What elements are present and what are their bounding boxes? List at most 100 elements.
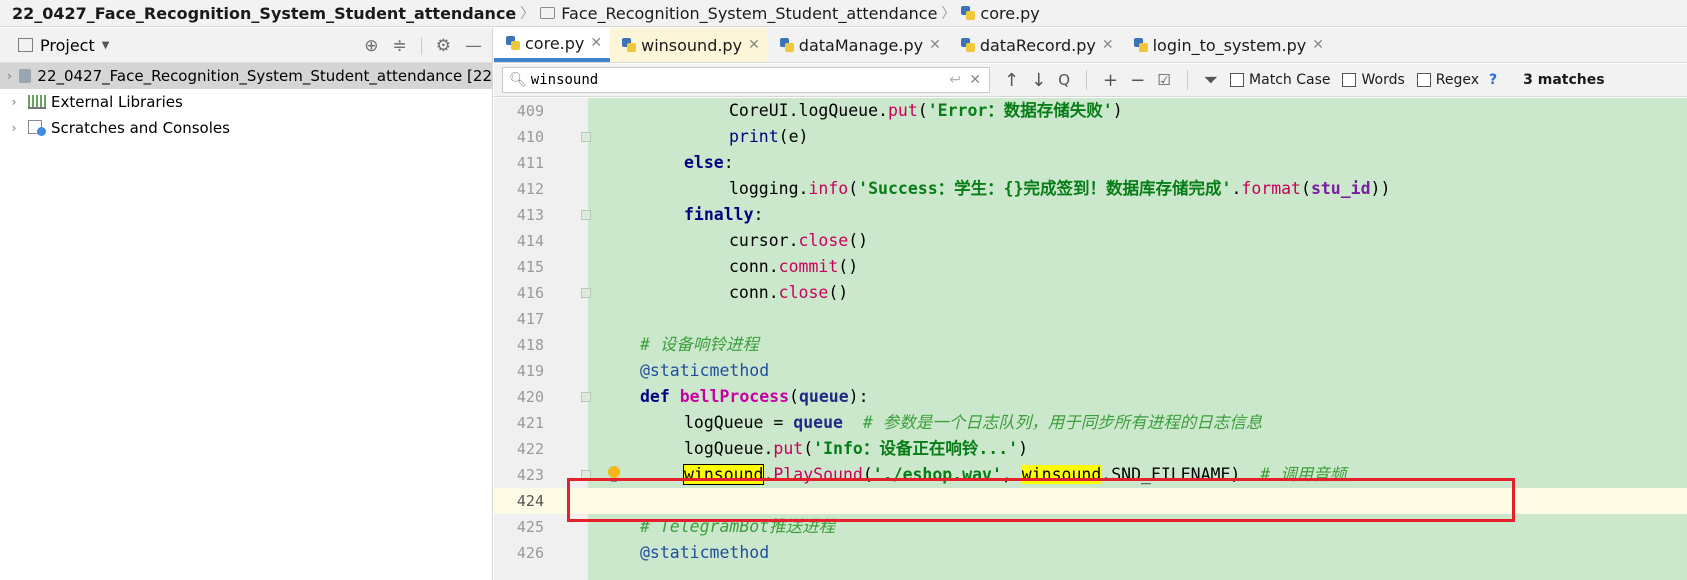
select-all-occurrences-icon[interactable]: ☑ <box>1157 71 1170 89</box>
line-number: 426 <box>516 544 544 562</box>
close-icon[interactable]: ✕ <box>929 37 941 53</box>
code-line: 415 conn.commit() <box>494 254 1687 280</box>
code-line: 409 CoreUI.logQueue.put('Error：数据存储失败') <box>494 98 1687 124</box>
tab-label: core.py <box>525 33 585 53</box>
code-text: logQueue.put('Info：设备正在响铃...') <box>684 439 1028 458</box>
tree-item-project-root[interactable]: › 22_0427_Face_Recognition_System_Studen… <box>0 63 492 89</box>
chevron-right-icon[interactable]: › <box>0 121 28 135</box>
code-line: 422 logQueue.put('Info：设备正在响铃...') <box>494 436 1687 462</box>
tab-label: dataRecord.py <box>979 35 1096 55</box>
code-line: 417 <box>494 306 1687 332</box>
code-line: 411 else: <box>494 150 1687 176</box>
line-number: 411 <box>516 154 544 172</box>
chevron-right-icon[interactable]: › <box>0 95 28 109</box>
regex-help-link[interactable]: ? <box>1489 72 1497 88</box>
line-number: 425 <box>516 518 544 536</box>
chevron-right-icon[interactable]: › <box>0 69 19 83</box>
line-number: 421 <box>516 414 544 432</box>
chevron-down-icon[interactable]: ▼ <box>102 40 110 51</box>
locate-icon[interactable]: ⊕ <box>364 36 378 56</box>
tab-label: winsound.py <box>641 35 743 55</box>
close-icon[interactable]: ✕ <box>590 35 602 51</box>
tab-datamanage-py[interactable]: dataManage.py ✕ <box>768 28 949 62</box>
regex-checkbox[interactable]: Regex <box>1416 72 1479 88</box>
arrow-down-icon[interactable]: ↓ <box>1031 70 1046 91</box>
code-text: conn.commit() <box>729 257 859 276</box>
minimize-icon[interactable]: — <box>465 36 482 56</box>
annotation-highlight-box <box>567 478 1515 522</box>
tab-core-py[interactable]: core.py ✕ <box>494 28 611 62</box>
close-icon[interactable]: ✕ <box>1102 37 1114 53</box>
code-line: 414 cursor.close() <box>494 228 1687 254</box>
python-file-icon <box>506 36 520 50</box>
panel-toolbar: ⊕ ≑ ⚙ — <box>364 28 482 63</box>
tree-item-scratches[interactable]: › Scratches and Consoles <box>0 115 492 141</box>
checkbox[interactable] <box>1230 73 1245 87</box>
tab-login-to-system-py[interactable]: login_to_system.py ✕ <box>1122 28 1332 62</box>
tree-item-label: External Libraries <box>51 93 183 111</box>
tab-label: dataManage.py <box>798 35 924 55</box>
close-icon[interactable]: ✕ <box>748 37 760 53</box>
code-line: 416 conn.close() <box>494 280 1687 306</box>
code-text: def bellProcess(queue): <box>640 387 869 406</box>
match-case-checkbox[interactable]: Match Case <box>1230 72 1330 88</box>
code-line: 410 print(e) <box>494 124 1687 150</box>
code-line: 421 logQueue = queue # 参数是一个日志队列，用于同步所有进… <box>494 410 1687 436</box>
line-number: 412 <box>516 180 544 198</box>
project-view-icon <box>18 38 33 52</box>
gear-icon[interactable]: ⚙ <box>436 36 451 56</box>
checkbox[interactable] <box>1342 73 1357 87</box>
library-icon <box>28 95 46 109</box>
words-checkbox[interactable]: Words <box>1342 72 1405 88</box>
tree-item-external-libraries[interactable]: › External Libraries <box>0 89 492 115</box>
line-number: 420 <box>516 388 544 406</box>
find-toolbar: 🔍︎ ↩ ✕ ↑ ↓ Q + − ☑ ⏷ Match Case Words Re… <box>494 64 1687 97</box>
line-number: 419 <box>516 362 544 380</box>
code-text: finally: <box>684 205 764 224</box>
line-number: 416 <box>516 284 544 302</box>
filter-icon[interactable]: ⏷ <box>1204 70 1218 91</box>
tree-item-label: Scratches and Consoles <box>51 119 230 137</box>
breadcrumb-project[interactable]: 22_0427_Face_Recognition_System_Student_… <box>12 4 516 23</box>
search-icon[interactable]: 🔍︎ <box>509 72 527 88</box>
new-line-icon[interactable]: ↩ <box>949 72 961 88</box>
toolbar-divider <box>1086 70 1087 90</box>
code-text: print(e) <box>729 127 809 146</box>
code-text: @staticmethod <box>640 361 770 380</box>
code-line: 413 finally: <box>494 202 1687 228</box>
search-box: 🔍︎ ↩ ✕ <box>502 67 990 93</box>
close-icon[interactable]: ✕ <box>1312 37 1324 53</box>
toolbar-divider <box>1186 70 1188 90</box>
remove-occurrence-icon[interactable]: − <box>1130 70 1145 91</box>
tab-datarecord-py[interactable]: dataRecord.py ✕ <box>949 28 1122 62</box>
code-text: logQueue = queue # 参数是一个日志队列，用于同步所有进程的日志… <box>684 413 1263 432</box>
add-occurrence-icon[interactable]: + <box>1103 70 1118 91</box>
code-text: logging.info('Success：学生：{}完成签到！数据库存储完成'… <box>729 179 1391 198</box>
fold-marker[interactable] <box>581 132 591 142</box>
code-line: 412 logging.info('Success：学生：{}完成签到！数据库存… <box>494 176 1687 202</box>
arrow-up-icon[interactable]: ↑ <box>1004 70 1019 91</box>
scratches-icon <box>28 120 46 136</box>
fold-marker[interactable] <box>581 392 591 402</box>
tab-winsound-py[interactable]: winsound.py ✕ <box>610 28 768 62</box>
fold-marker[interactable] <box>581 288 591 298</box>
find-all-icon[interactable]: Q <box>1058 71 1070 89</box>
search-input[interactable] <box>530 72 911 88</box>
code-line: 418 # 设备响铃进程 <box>494 332 1687 358</box>
breadcrumb-separator: 〉 <box>941 6 956 22</box>
fold-marker[interactable] <box>581 210 591 220</box>
line-number: 422 <box>516 440 544 458</box>
line-number: 410 <box>516 128 544 146</box>
checkbox[interactable] <box>1416 73 1431 87</box>
project-panel-title[interactable]: Project <box>40 36 95 55</box>
breadcrumb-folder[interactable]: Face_Recognition_System_Student_attendan… <box>540 4 937 23</box>
python-file-icon <box>779 38 794 52</box>
collapse-all-icon[interactable]: ≑ <box>393 36 407 56</box>
toolbar-divider <box>420 36 422 55</box>
breadcrumb-file[interactable]: core.py <box>961 4 1040 23</box>
code-line: 426 @staticmethod <box>494 540 1687 566</box>
tree-item-label: 22_0427_Face_Recognition_System_Student_… <box>37 67 492 85</box>
python-file-icon <box>622 38 637 52</box>
clear-icon[interactable]: ✕ <box>969 72 981 88</box>
code-line: 419 @staticmethod <box>494 358 1687 384</box>
